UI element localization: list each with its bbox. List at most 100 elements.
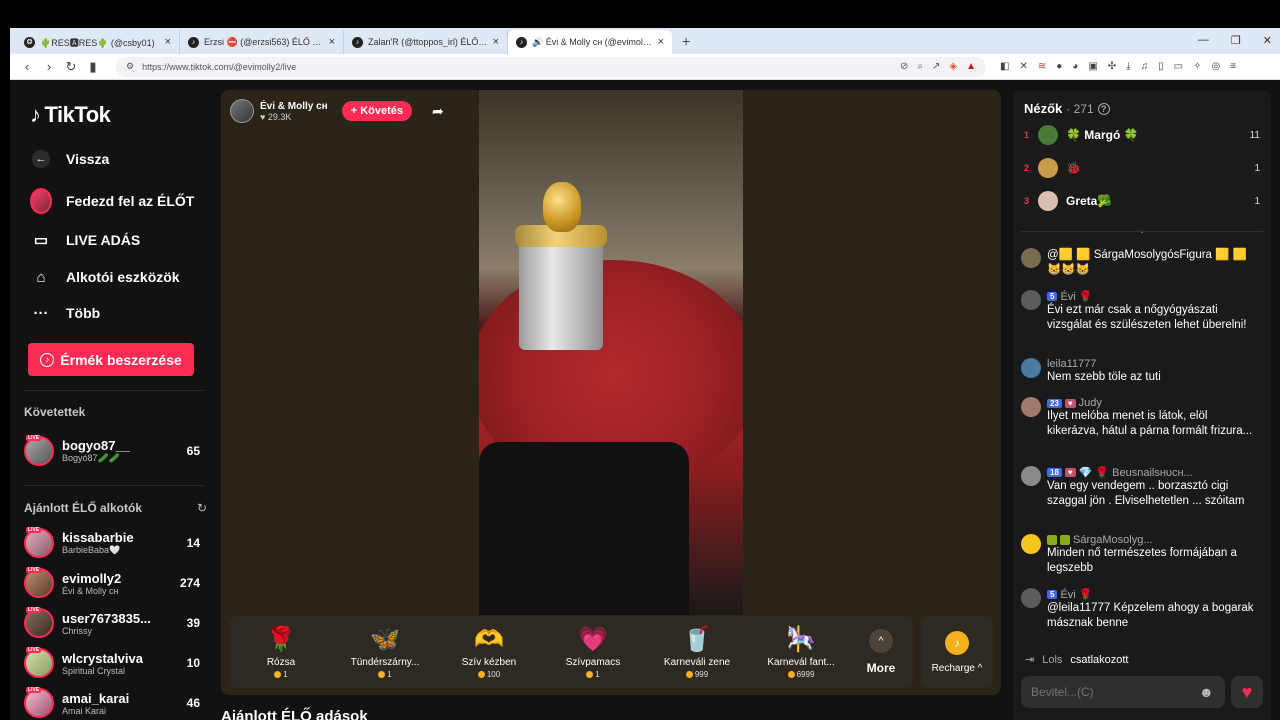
menu-icon[interactable]: ≡ xyxy=(1230,61,1236,72)
zoom-icon[interactable]: ⌕ xyxy=(917,61,923,72)
creator-name: evimolly2 xyxy=(62,570,122,586)
gift-item[interactable]: 🫶 Szív kézben 100 xyxy=(437,616,541,688)
refresh-icon[interactable]: ↻ xyxy=(197,501,207,515)
get-coins-button[interactable]: ♪ Érmék beszerzése xyxy=(28,343,194,376)
chat-text: Van egy vendegem .. borzasztó cigi szagg… xyxy=(1047,480,1245,507)
nav-go-live[interactable]: ▭ LIVE ADÁS xyxy=(30,229,140,251)
gift-price: 1 xyxy=(586,670,600,679)
chat-user[interactable]: leila11777 xyxy=(1047,358,1261,370)
extension-icon[interactable]: ▣ xyxy=(1088,61,1097,72)
carnival-music-gift-icon: 🥤 xyxy=(682,626,712,653)
extension-icon[interactable]: ● xyxy=(1056,61,1062,72)
chat-input[interactable] xyxy=(1021,676,1225,708)
recommended-creator[interactable]: LIVE wlcrystalviva Spiritual Crystal 10 xyxy=(24,645,200,681)
gift-price: 1 xyxy=(378,670,392,679)
chat-user[interactable]: 5 Évi 🌹 xyxy=(1047,290,1261,303)
gift-price: 100 xyxy=(477,670,500,679)
viewer-count: 274 xyxy=(179,576,200,590)
chat-username: 💎 🌹 Beusnailsʜᴜᴄʜ... xyxy=(1078,467,1193,479)
chat-input-wrapper: ☻ xyxy=(1021,676,1225,708)
recommended-creators-heading: Ajánlott ÉLŐ alkotók xyxy=(24,501,143,515)
tiktok-logo[interactable]: ♪ TikTok xyxy=(30,102,111,128)
top-viewer-row[interactable]: 2 🐞 1 xyxy=(1024,157,1260,179)
back-nav[interactable]: ← Vissza xyxy=(30,148,109,170)
recommended-creator[interactable]: LIVE evimolly2 Évi & Molly ᴄʜ 274 xyxy=(24,565,200,601)
restore-icon[interactable]: ❐ xyxy=(1231,34,1241,47)
nav-more[interactable]: ··· Több xyxy=(30,302,101,324)
browser-tab-active[interactable]: ♪ 🔊 Évi & Molly ᴄʜ (@evimolly2) × xyxy=(508,30,672,54)
tab-close-icon[interactable]: × xyxy=(493,36,499,48)
music-icon[interactable]: ♫ xyxy=(1141,61,1149,72)
coin-icon xyxy=(378,671,386,678)
chat-message: 18 ♥ 💎 🌹 Beusnailsʜᴜᴄʜ... Van egy vendegem… xyxy=(1021,466,1261,509)
chat-user[interactable]: SárgaMosolyg... xyxy=(1047,534,1261,546)
forward-arrow-icon[interactable]: › xyxy=(38,59,60,74)
extension-icon[interactable]: ◧ xyxy=(1000,61,1009,72)
avatar xyxy=(1038,191,1058,211)
tab-close-icon[interactable]: × xyxy=(165,36,171,48)
nav-creator-tools[interactable]: ⌂ Alkotói eszközök xyxy=(30,266,179,288)
close-window-icon[interactable]: ✕ xyxy=(1263,34,1272,47)
top-viewer-row[interactable]: 1 🍀 Margó 🍀 11 xyxy=(1024,124,1260,146)
gift-item[interactable]: 🌹 Rózsa 1 xyxy=(229,616,333,688)
url-field[interactable]: ⚙ https://www.tiktok.com/@evimolly2/live… xyxy=(116,56,986,77)
new-tab-icon[interactable]: + xyxy=(682,33,690,49)
tab-favicon-icon: ❂ xyxy=(24,36,35,48)
level-badge xyxy=(1047,535,1057,545)
gift-item[interactable]: 🥤 Karneváli zene 999 xyxy=(645,616,749,688)
help-icon[interactable]: ? xyxy=(1097,102,1110,115)
fan-badge: ♥ xyxy=(1064,398,1076,408)
host-avatar[interactable] xyxy=(230,99,254,123)
vpn-icon[interactable]: ◎ xyxy=(1211,61,1220,72)
gift-item[interactable]: 🦋 Tündérszárny... 1 xyxy=(333,616,437,688)
rewards-icon[interactable]: ▲ xyxy=(966,61,976,72)
chat-user[interactable]: 18 ♥ 💎 🌹 Beusnailsʜᴜᴄʜ... xyxy=(1047,466,1261,479)
get-coins-label: Érmék beszerzése xyxy=(60,351,182,368)
browser-tab[interactable]: ❂ 🌵RES🅰RES🌵 (@csby01) × xyxy=(16,30,180,54)
video-frame xyxy=(479,90,743,615)
bookmark-icon[interactable]: ▮ xyxy=(82,59,104,75)
browser-tab[interactable]: ♪ Erzsi ⛔ (@erzsi563) ÉLŐ adásban van × xyxy=(180,30,344,54)
nav-explore-live[interactable]: Fedezd fel az ÉLŐT xyxy=(30,188,194,214)
avatar: LIVE xyxy=(24,687,54,718)
tab-close-icon[interactable]: × xyxy=(658,36,664,48)
share-arrow-icon[interactable]: ➦ xyxy=(432,103,444,120)
leo-icon[interactable]: ✧ xyxy=(1193,61,1201,72)
wallet-icon[interactable]: ▭ xyxy=(1174,61,1183,72)
minimize-icon[interactable]: — xyxy=(1198,34,1209,47)
joined-user: Lols xyxy=(1042,653,1063,666)
extension-icon[interactable]: ≋ xyxy=(1038,61,1046,72)
tab-close-icon[interactable]: × xyxy=(329,36,335,48)
followed-creator[interactable]: LIVE bogyo87__ Bogyó87🥒🥒 65 xyxy=(24,433,200,469)
download-icon[interactable]: ⤓ xyxy=(1126,61,1130,72)
extension-icon[interactable]: ✕ xyxy=(1019,61,1027,72)
back-arrow-icon[interactable]: ‹ xyxy=(16,59,38,74)
level-badge: 5 xyxy=(1047,292,1058,301)
puzzle-icon[interactable]: ✣ xyxy=(1108,61,1116,72)
live-video-player[interactable]: Évi & Molly ᴄʜ ♥ 29.3K + Követés ➦ 🌹 Rózs… xyxy=(221,90,1001,695)
share-icon[interactable]: ↗ xyxy=(932,61,940,72)
chat-user[interactable]: 5 Évi 🌹 xyxy=(1047,588,1261,601)
chat-text: Nem szebb töle az tuti xyxy=(1047,371,1161,383)
brave-shield-icon[interactable]: ◈ xyxy=(949,61,957,72)
chat-user[interactable]: 23 ♥ Judy xyxy=(1047,397,1261,409)
creator-sub: BarbieBaba🤍 xyxy=(62,545,121,555)
browser-tab[interactable]: ♪ Zalan'R (@ttoppos_irl) ÉLŐ adás × xyxy=(344,30,508,54)
site-info-icon[interactable]: ⚙ xyxy=(126,61,134,72)
recharge-button[interactable]: ♪ Recharge ^ xyxy=(921,616,993,688)
extension-icon[interactable]: ◕ xyxy=(1072,61,1078,72)
top-viewer-row[interactable]: 3 Greta🥦 1 xyxy=(1024,190,1260,212)
recommended-creator[interactable]: LIVE user7673835... Chrissy 39 xyxy=(24,605,200,641)
gift-item[interactable]: 💗 Szívpamacs 1 xyxy=(541,616,645,688)
like-heart-button[interactable]: ♥ xyxy=(1231,676,1263,708)
emoji-icon[interactable]: ☻ xyxy=(1199,684,1214,700)
reload-icon[interactable]: ↻ xyxy=(60,59,82,75)
more-gifts-button[interactable]: ^ More xyxy=(853,629,909,675)
follow-button[interactable]: + Követés xyxy=(341,101,413,121)
recommended-creator[interactable]: LIVE kissabarbie BarbieBaba🤍 14 xyxy=(24,525,200,561)
gift-item[interactable]: 🎠 Karnevál fant... 6999 xyxy=(749,616,853,688)
sidebar-icon[interactable]: ▯ xyxy=(1158,61,1164,72)
recommended-creator[interactable]: LIVE amai_karai Amai Karai 46 xyxy=(24,685,200,720)
host-name[interactable]: Évi & Molly ᴄʜ xyxy=(260,101,328,112)
translate-icon[interactable]: ⊘ xyxy=(900,61,908,72)
